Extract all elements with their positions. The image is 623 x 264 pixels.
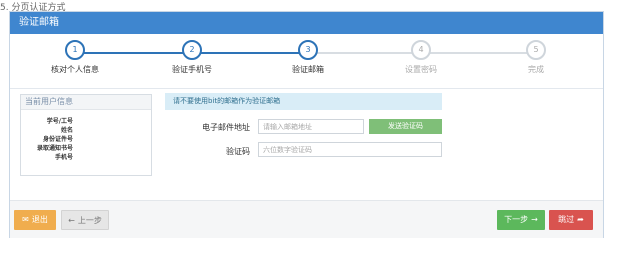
email-field-label: 电子邮件地址 bbox=[202, 123, 250, 132]
step-number: 2 bbox=[182, 40, 202, 60]
prev-label: 上一步 bbox=[77, 216, 102, 225]
step-number: 4 bbox=[411, 40, 431, 60]
student-id-label: 学号/工号 bbox=[46, 118, 73, 125]
step-2: 2 验证手机号 bbox=[147, 40, 237, 75]
step-label: 验证手机号 bbox=[172, 65, 212, 74]
wizard-steps: 1 核对个人信息 2 验证手机号 3 验证邮箱 4 设置密码 5 完成 bbox=[10, 34, 603, 89]
exit-label: 退出 bbox=[31, 215, 48, 224]
step-label: 验证邮箱 bbox=[292, 65, 324, 74]
verify-email-panel: 验证邮箱 1 核对个人信息 2 验证手机号 3 验证邮箱 4 设置密码 5 完成… bbox=[9, 11, 604, 238]
skip-label: 跳过 bbox=[558, 215, 575, 224]
skip-button[interactable]: 跳过 ➦ bbox=[549, 210, 593, 230]
name-label: 姓名 bbox=[60, 127, 73, 134]
envelope-icon: ✉ bbox=[22, 215, 29, 224]
step-number: 3 bbox=[298, 40, 318, 60]
send-code-button[interactable]: 发送验证码 bbox=[369, 119, 442, 134]
current-user-info-box: 当前用户信息 学号/工号 姓名 身份证件号 录取通知书号 手机号 bbox=[20, 94, 152, 176]
info-box-title: 当前用户信息 bbox=[21, 95, 151, 110]
next-button[interactable]: 下一步 → bbox=[497, 210, 545, 230]
arrow-right-icon: → bbox=[531, 215, 538, 224]
panel-title: 验证邮箱 bbox=[10, 12, 603, 34]
footer-bar: ✉ 退出 ← 上一步 下一步 → 跳过 ➦ bbox=[10, 200, 603, 238]
step-number: 1 bbox=[65, 40, 85, 60]
prev-button[interactable]: ← 上一步 bbox=[61, 210, 109, 230]
phone-label: 手机号 bbox=[54, 154, 73, 161]
share-icon: ➦ bbox=[577, 215, 584, 224]
step-label: 设置密码 bbox=[405, 65, 437, 74]
code-input[interactable] bbox=[258, 142, 442, 157]
next-label: 下一步 bbox=[504, 215, 529, 224]
step-3: 3 验证邮箱 bbox=[263, 40, 353, 75]
id-card-label: 身份证件号 bbox=[42, 136, 73, 143]
exit-button[interactable]: ✉ 退出 bbox=[14, 210, 56, 230]
step-1: 1 核对个人信息 bbox=[30, 40, 120, 75]
step-label: 完成 bbox=[528, 65, 544, 74]
admission-notice-label: 录取通知书号 bbox=[36, 145, 73, 152]
code-field-label: 验证码 bbox=[226, 147, 250, 156]
arrow-left-icon: ← bbox=[68, 216, 75, 225]
email-notice: 请不要使用bit的邮箱作为验证邮箱 bbox=[165, 93, 442, 110]
step-4: 4 设置密码 bbox=[376, 40, 466, 75]
step-number: 5 bbox=[526, 40, 546, 60]
step-5: 5 完成 bbox=[491, 40, 581, 75]
email-input[interactable] bbox=[258, 119, 364, 134]
step-label: 核对个人信息 bbox=[51, 65, 99, 74]
